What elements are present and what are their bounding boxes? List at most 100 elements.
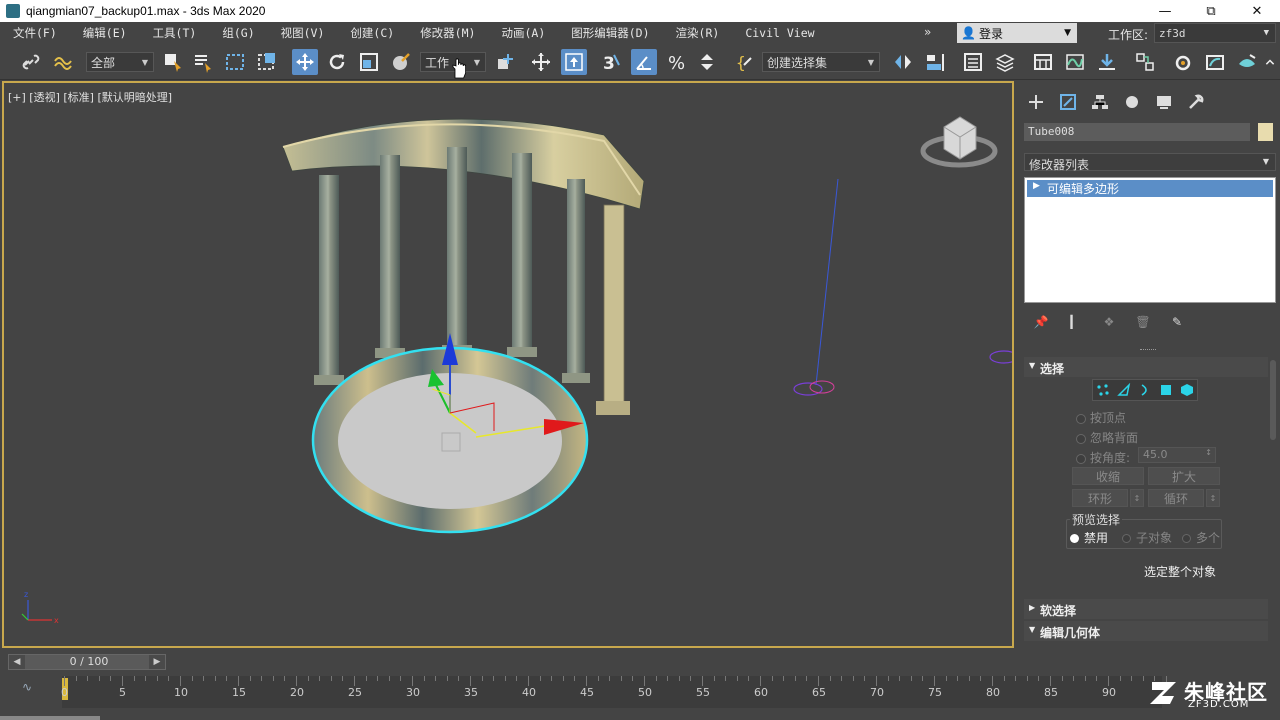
move-icon[interactable] (292, 49, 318, 75)
menu-tools[interactable]: 工具(T) (140, 25, 210, 41)
command-panel: Tube008 修改器列表 ▼ ▶ 可编辑多边形 📌 ▎ ❖ 🗑 ✎ ▼ 选择 (1016, 81, 1280, 648)
edit-named-sets-icon[interactable]: { (732, 49, 758, 75)
rect-selection-region-icon[interactable] (222, 49, 248, 75)
link-icon[interactable] (18, 49, 44, 75)
panel-splitter[interactable] (1140, 349, 1156, 351)
menu-overflow-icon[interactable]: » (924, 25, 931, 39)
expand-triangle-icon[interactable]: ▶ (1033, 181, 1040, 191)
polygon-icon[interactable] (1159, 383, 1173, 397)
prev-frame-icon[interactable]: ◀ (9, 655, 25, 669)
scene-explorer-icon[interactable] (960, 49, 986, 75)
close-button[interactable]: ✕ (1234, 0, 1280, 22)
select-manipulate-icon[interactable] (528, 49, 554, 75)
timeline-tick (992, 676, 993, 686)
render-setup-icon[interactable] (1170, 49, 1196, 75)
menu-civil-view[interactable]: Civil View (732, 26, 827, 40)
menu-modifiers[interactable]: 修改器(M) (407, 25, 488, 41)
display-tab-icon[interactable] (1148, 89, 1180, 115)
menu-file[interactable]: 文件(F) (0, 25, 70, 41)
selection-filter-select[interactable]: 全部 ▼ (86, 52, 154, 72)
rollout-soft-selection-header[interactable]: ▶ 软选择 (1024, 599, 1268, 619)
toolbar-overflow-icon[interactable] (1262, 49, 1278, 75)
workspace-select[interactable]: zf3d ▼ (1154, 23, 1276, 43)
login-dropdown[interactable]: 👤 登录 ▼ (957, 23, 1077, 43)
motion-tab-icon[interactable] (1116, 89, 1148, 115)
placement-icon[interactable] (388, 49, 414, 75)
preview-disabled-radio[interactable]: 禁用 (1070, 529, 1108, 546)
mini-curve-editor-icon[interactable]: ∿ (22, 680, 32, 694)
menu-group[interactable]: 组(G) (209, 25, 267, 41)
edge-icon[interactable] (1117, 383, 1131, 397)
rendered-frame-window-icon[interactable] (1202, 49, 1228, 75)
menu-graph-editors[interactable]: 图形编辑器(D) (558, 25, 662, 41)
spinner-snap-icon[interactable] (694, 49, 720, 75)
schematic-view-icon[interactable] (1094, 49, 1120, 75)
element-icon[interactable] (1180, 383, 1194, 397)
curve-editor-icon[interactable] (1062, 49, 1088, 75)
rollout-edit-geometry-header[interactable]: ▼ 编辑几何体 (1024, 621, 1268, 641)
menu-view[interactable]: 视图(V) (268, 25, 338, 41)
mirror-icon[interactable] (890, 49, 916, 75)
preview-subobject-radio[interactable]: 子对象 (1122, 529, 1172, 546)
modifier-list-select[interactable]: 修改器列表 ▼ (1024, 153, 1276, 172)
ring-button[interactable]: 环形 (1072, 489, 1128, 507)
menu-edit[interactable]: 编辑(E) (70, 25, 140, 41)
loop-button[interactable]: 循环 (1148, 489, 1204, 507)
timeline-tick (829, 676, 831, 681)
scale-icon[interactable] (356, 49, 382, 75)
vertex-icon[interactable] (1096, 383, 1110, 397)
ignore-backfacing-checkbox[interactable]: 忽略背面 (1076, 429, 1138, 446)
grow-button[interactable]: 扩大 (1148, 467, 1220, 485)
select-by-name-icon[interactable] (190, 49, 216, 75)
show-end-result-icon[interactable]: ▎ (1058, 313, 1092, 331)
named-selection-select[interactable]: 创建选择集 ▼ (762, 52, 880, 72)
modifier-stack-item[interactable]: ▶ 可编辑多边形 (1027, 180, 1273, 197)
timeline-tick (354, 676, 355, 686)
modify-tab-icon[interactable] (1052, 89, 1084, 115)
viewcube-icon[interactable] (920, 116, 998, 168)
window-crossing-icon[interactable] (254, 49, 280, 75)
render-production-icon[interactable] (1234, 49, 1260, 75)
command-panel-scrollbar[interactable] (1270, 360, 1276, 440)
angle-snap-icon[interactable] (631, 49, 657, 75)
utilities-tab-icon[interactable] (1180, 89, 1212, 115)
material-editor-icon[interactable] (1132, 49, 1158, 75)
next-frame-icon[interactable]: ▶ (149, 655, 165, 669)
object-name-field[interactable]: Tube008 (1024, 123, 1250, 141)
angle-spinner[interactable]: 45.0 ↕ (1138, 447, 1216, 463)
shrink-button[interactable]: 收缩 (1072, 467, 1144, 485)
hierarchy-tab-icon[interactable] (1084, 89, 1116, 115)
object-color-swatch[interactable] (1258, 123, 1273, 141)
layer-explorer-icon[interactable] (992, 49, 1018, 75)
create-tab-icon[interactable] (1020, 89, 1052, 115)
preview-multi-radio[interactable]: 多个 (1182, 529, 1220, 546)
bind-spacewarp-icon[interactable] (50, 49, 76, 75)
by-angle-checkbox[interactable]: 按角度: (1076, 449, 1130, 466)
maximize-button[interactable]: ⧉ (1188, 0, 1234, 22)
pin-stack-icon[interactable]: 📌 (1024, 313, 1058, 331)
toggle-ribbon-icon[interactable] (1030, 49, 1056, 75)
make-unique-icon[interactable]: ❖ (1092, 313, 1126, 331)
perspective-viewport[interactable]: z x [+] [透视] [标准] [默认明暗处理] (2, 81, 1014, 648)
snaps-toggle-icon[interactable]: 3 (598, 49, 624, 75)
remove-modifier-icon[interactable]: 🗑 (1126, 313, 1160, 331)
ring-spinner-icon[interactable]: ↕ (1130, 489, 1144, 507)
by-vertex-checkbox[interactable]: 按顶点 (1076, 409, 1126, 426)
configure-modifier-sets-icon[interactable]: ✎ (1160, 313, 1194, 331)
minimize-button[interactable]: — (1142, 0, 1188, 22)
rotate-icon[interactable] (324, 49, 350, 75)
keyboard-shortcut-override-icon[interactable] (561, 49, 587, 75)
rollout-selection-header[interactable]: ▼ 选择 (1024, 357, 1268, 377)
percent-snap-icon[interactable]: % (664, 49, 690, 75)
menu-rendering[interactable]: 渲染(R) (663, 25, 733, 41)
align-icon[interactable] (922, 49, 948, 75)
select-object-icon[interactable] (160, 49, 186, 75)
loop-spinner-icon[interactable]: ↕ (1206, 489, 1220, 507)
menu-create[interactable]: 创建(C) (337, 25, 407, 41)
viewport-label[interactable]: [+] [透视] [标准] [默认明暗处理] (8, 89, 172, 105)
time-slider[interactable]: ◀ 0 / 100 ▶ (8, 654, 166, 670)
menu-animation[interactable]: 动画(A) (488, 25, 558, 41)
pivot-center-icon[interactable] (492, 49, 518, 75)
border-icon[interactable] (1138, 383, 1152, 397)
timeline-tick (910, 676, 912, 681)
